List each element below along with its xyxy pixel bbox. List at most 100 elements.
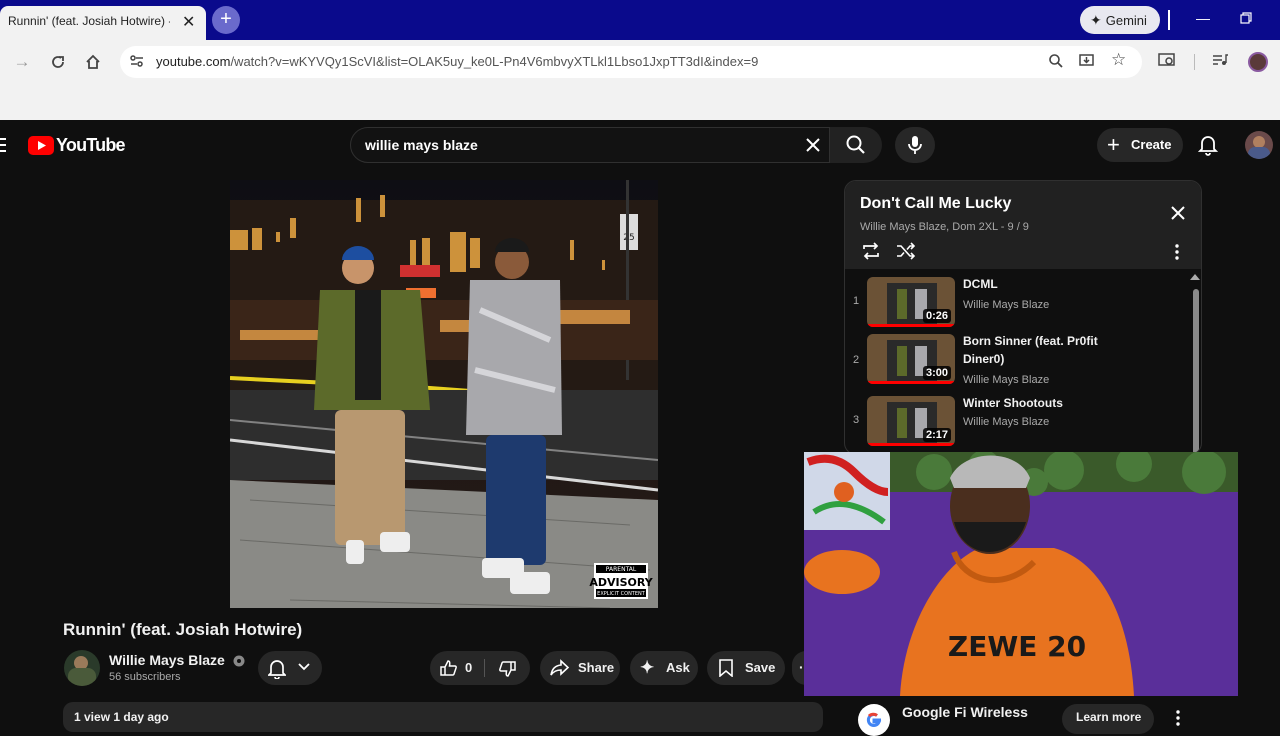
install-app-icon[interactable] (1078, 52, 1096, 70)
album-art[interactable]: 25 PARENTAL (230, 180, 658, 608)
reload-icon[interactable] (48, 52, 68, 72)
search-button[interactable] (830, 127, 882, 163)
divider (1168, 10, 1170, 30)
loop-icon[interactable] (861, 242, 881, 260)
youtube-logo[interactable]: YouTube (28, 135, 126, 156)
channel-avatar[interactable] (64, 650, 100, 686)
sparkle-icon: ✦ (640, 658, 655, 677)
ask-label: Ask (666, 660, 690, 675)
site-settings-icon[interactable] (128, 52, 146, 70)
new-tab-button[interactable]: + (212, 6, 240, 34)
ad-row[interactable]: Google Fi Wireless Learn more (844, 696, 1202, 736)
reading-mode-icon[interactable] (1158, 52, 1178, 72)
address-bar[interactable]: youtube.com/watch?v=wKYVQy1ScVI&list=OLA… (120, 46, 1142, 78)
youtube-header: YouTube willie mays blaze + Create (0, 120, 1280, 170)
channel-name[interactable]: Willie Mays Blaze (109, 652, 245, 668)
playlist-panel: Don't Call Me Lucky Willie Mays Blaze, D… (844, 180, 1202, 455)
item-title: DCML (963, 277, 998, 291)
playlist-item[interactable]: 2 3:00 Born Sinner (feat. Pr0fit Diner0)… (845, 334, 1185, 394)
item-index: 1 (853, 295, 860, 307)
share-icon (550, 659, 570, 677)
channel-name-text: Willie Mays Blaze (109, 652, 225, 668)
playlist-meta: Willie Mays Blaze, Dom 2XL - 9 / 9 (860, 221, 1029, 233)
item-thumbnail: 0:26 (867, 277, 955, 327)
scroll-up-arrow-icon[interactable] (1190, 274, 1200, 280)
chevron-down-icon (298, 663, 310, 671)
playlist-menu-icon[interactable] (1175, 244, 1179, 260)
search-input[interactable]: willie mays blaze (350, 127, 830, 163)
tab-close-icon[interactable]: ✕ (182, 12, 195, 32)
subscribe-notifications-button[interactable] (258, 651, 322, 685)
bookmarks-bar (0, 84, 1280, 120)
shuffle-icon[interactable] (896, 242, 916, 260)
item-artist: Willie Mays Blaze (963, 299, 1050, 311)
like-icon[interactable] (440, 659, 458, 677)
item-thumbnail: 2:17 (867, 396, 955, 446)
bookmark-star-icon[interactable]: ☆ (1111, 50, 1126, 70)
advertiser-name: Google Fi Wireless (902, 704, 1028, 720)
like-dislike-group: 0 (430, 651, 530, 685)
menu-icon[interactable] (0, 138, 6, 152)
search-query: willie mays blaze (365, 137, 478, 153)
gemini-button[interactable]: ✦ Gemini (1080, 6, 1160, 34)
share-label: Share (578, 660, 615, 675)
url-path: /watch?v=wKYVQy1ScVI&list=OLAK5uy_ke0L-P… (230, 54, 759, 69)
playlist-item[interactable]: 1 0:26 DCML Willie Mays Blaze (845, 277, 1185, 337)
watched-progress-bar (867, 381, 955, 384)
watched-progress-bar (867, 443, 955, 446)
tab-title: Runnin' (feat. Josiah Hotwire) - (8, 14, 170, 28)
create-label: Create (1131, 137, 1172, 152)
microphone-icon (908, 135, 922, 155)
voice-search-button[interactable] (895, 127, 935, 163)
item-index: 3 (853, 414, 860, 426)
share-button[interactable]: Share (540, 651, 620, 685)
browser-tabstrip: Runnin' (feat. Josiah Hotwire) - ✕ + ✦ Ge… (0, 0, 1280, 40)
home-icon[interactable] (83, 52, 103, 72)
browser-toolbar: → youtube.com/watch?v=wKYVQy1ScVI&list=O… (0, 40, 1280, 84)
webcam-overlay: ZEWE 20 (804, 452, 1238, 696)
view-date-meta: 1 view 1 day ago (74, 710, 169, 724)
playlist-item[interactable]: 3 2:17 Winter Shootouts Willie Mays Blaz… (845, 396, 1185, 454)
playlist-scrollbar[interactable] (1193, 289, 1199, 454)
item-thumbnail: 3:00 (867, 334, 955, 384)
back-arrow-icon[interactable]: → (12, 52, 32, 72)
media-controls-icon[interactable] (1212, 52, 1232, 72)
dislike-icon[interactable] (498, 660, 516, 678)
account-avatar[interactable] (1245, 131, 1273, 159)
bell-icon (268, 659, 286, 679)
playlist-header: Don't Call Me Lucky Willie Mays Blaze, D… (845, 181, 1201, 269)
advisory-mid-text: ADVISORY (589, 576, 653, 589)
item-duration: 3:00 (922, 366, 951, 380)
bookmark-icon (718, 659, 734, 677)
ask-button[interactable]: ✦ Ask (630, 651, 698, 685)
url-text: youtube.com/watch?v=wKYVQy1ScVI&list=OLA… (156, 54, 758, 69)
restore-icon[interactable] (1240, 12, 1252, 24)
notifications-bell-icon[interactable] (1198, 134, 1218, 156)
shirt-text: ZEWE 20 (948, 630, 1086, 663)
plus-icon: + (1107, 132, 1120, 157)
watched-progress-bar (867, 324, 955, 327)
item-title: Winter Shootouts (963, 396, 1063, 410)
google-logo-icon (858, 704, 890, 736)
youtube-logo-text: YouTube (56, 135, 126, 155)
search-icon (846, 135, 866, 155)
like-count: 0 (465, 660, 473, 675)
clear-search-icon[interactable] (806, 138, 820, 152)
zoom-icon[interactable] (1048, 52, 1064, 70)
item-index: 2 (853, 354, 860, 366)
profile-avatar[interactable] (1248, 52, 1268, 72)
browser-tab[interactable]: Runnin' (feat. Josiah Hotwire) - ✕ (0, 6, 206, 40)
description-box[interactable]: 1 view 1 day ago (63, 702, 823, 732)
video-title: Runnin' (feat. Josiah Hotwire) (63, 620, 303, 639)
url-host: youtube.com (156, 54, 231, 69)
close-playlist-icon[interactable] (1171, 206, 1185, 220)
minimize-icon[interactable]: — (1196, 10, 1210, 26)
create-button[interactable]: + Create (1097, 128, 1183, 162)
playlist-title[interactable]: Don't Call Me Lucky (860, 195, 1011, 213)
save-button[interactable]: Save (707, 651, 785, 685)
item-artist: Willie Mays Blaze (963, 374, 1050, 386)
learn-more-button[interactable]: Learn more (1062, 704, 1154, 734)
ad-menu-icon[interactable] (1176, 710, 1180, 726)
advisory-bottom-text: EXPLICIT CONTENT (597, 591, 646, 597)
divider (1194, 54, 1195, 70)
